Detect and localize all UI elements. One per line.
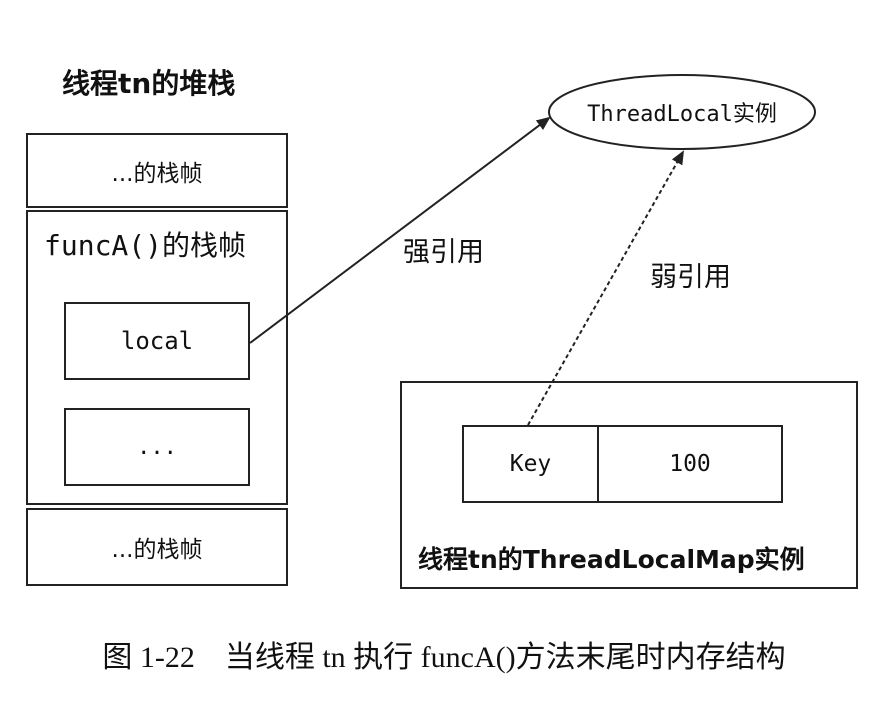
weak-reference-label: 弱引用: [650, 262, 731, 293]
figure-caption: 图 1-22 当线程 tn 执行 funcA()方法末尾时内存结构: [102, 641, 786, 674]
strong-reference-label: 强引用: [403, 237, 484, 268]
threadlocal-instance-label: ThreadLocal实例: [587, 102, 777, 127]
strong-reference-arrow: [249, 116, 551, 344]
